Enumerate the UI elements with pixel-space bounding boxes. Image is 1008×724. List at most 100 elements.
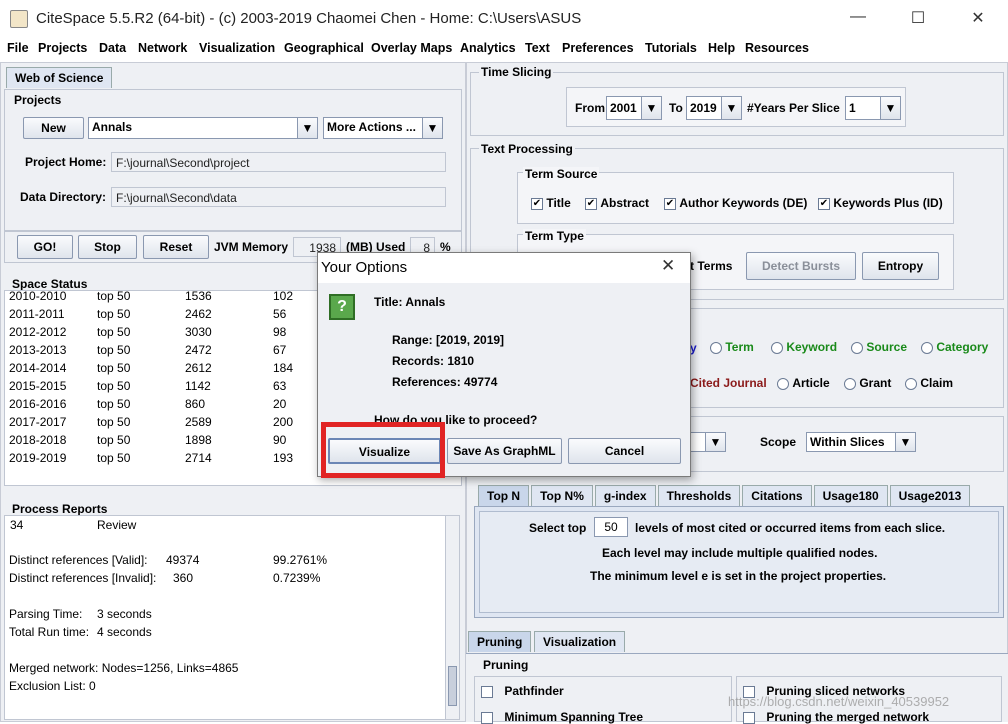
years-per-slice-select[interactable]: 1 ▼: [845, 96, 901, 120]
scrollbar-thumb[interactable]: [448, 666, 457, 706]
cancel-button[interactable]: Cancel: [568, 438, 681, 464]
status-cell: 2714: [185, 451, 212, 465]
radio-article[interactable]: Article: [777, 376, 830, 390]
cited-journal-label[interactable]: Cited Journal: [690, 376, 767, 390]
entropy-button[interactable]: Entropy: [862, 252, 939, 280]
tab-usage180[interactable]: Usage180: [813, 485, 888, 507]
radio-keyword-label: Keyword: [786, 340, 838, 354]
status-cell: 2462: [185, 307, 212, 321]
chevron-down-icon: ▼: [895, 433, 915, 451]
process-reports-label: Process Reports: [10, 502, 110, 516]
data-directory-field[interactable]: F:\journal\Second\data: [111, 187, 446, 207]
checkbox-icon: [481, 685, 493, 698]
tab-pruning[interactable]: Pruning: [468, 631, 532, 652]
status-cell: top 50: [97, 307, 131, 321]
menu-file[interactable]: File: [7, 41, 29, 55]
scope-select[interactable]: Within Slices ▼: [806, 432, 916, 452]
tab-top-n-[interactable]: Top N%: [531, 485, 593, 507]
status-cell: 2612: [185, 361, 212, 375]
status-cell: top 50: [97, 325, 131, 339]
radio-grant[interactable]: Grant: [844, 376, 891, 390]
close-icon[interactable]: ✕: [661, 256, 675, 276]
chevron-down-icon: ▼: [297, 118, 317, 138]
chevron-down-icon: ▼: [641, 97, 661, 119]
save-graphml-button[interactable]: Save As GraphML: [447, 438, 562, 464]
tab-g-index[interactable]: g-index: [594, 485, 656, 507]
menu-resources[interactable]: Resources: [745, 41, 809, 55]
status-cell: 2011-2011: [9, 307, 65, 321]
go-button[interactable]: GO!: [17, 235, 73, 259]
menu-geographical[interactable]: Geographical: [284, 41, 364, 55]
status-cell: 2010-2010: [9, 290, 67, 303]
radio-icon: [771, 341, 783, 354]
jvm-memory-label: JVM Memory: [214, 240, 289, 254]
highlight-box: [321, 422, 445, 478]
reset-button[interactable]: Reset: [143, 235, 209, 259]
chevron-down-icon: ▼: [880, 97, 900, 119]
menu-text[interactable]: Text: [525, 41, 550, 55]
report-line: Distinct references [Invalid]:: [9, 571, 157, 585]
status-cell: 1536: [185, 290, 212, 303]
radio-claim[interactable]: Claim: [905, 376, 953, 390]
years-per-slice-label: #Years Per Slice: [747, 101, 840, 115]
maximize-icon[interactable]: ☐: [908, 8, 928, 28]
menu-projects[interactable]: Projects: [38, 41, 87, 55]
detect-bursts-button[interactable]: Detect Bursts: [746, 252, 856, 280]
menu-network[interactable]: Network: [138, 41, 187, 55]
status-cell: top 50: [97, 379, 131, 393]
project-select-value: Annals: [92, 120, 133, 134]
checkbox-title[interactable]: ✔ Title: [531, 196, 571, 210]
pruning-label: Pruning: [483, 658, 529, 672]
status-cell: top 50: [97, 433, 131, 447]
tab-web-of-science[interactable]: Web of Science: [6, 67, 113, 88]
process-reports-area[interactable]: 34 Review Distinct references [Valid]: 4…: [4, 515, 460, 720]
to-year-value: 2019: [690, 101, 717, 115]
status-cell: 56: [273, 307, 287, 321]
scrollbar[interactable]: [445, 516, 459, 719]
project-select[interactable]: Annals ▼: [88, 117, 318, 139]
menu-help[interactable]: Help: [708, 41, 735, 55]
status-cell: 2589: [185, 415, 212, 429]
tab-citations[interactable]: Citations: [742, 485, 812, 507]
tab-visualization[interactable]: Visualization: [534, 631, 626, 652]
new-project-button[interactable]: New: [23, 117, 84, 139]
radio-source[interactable]: Source: [851, 340, 907, 354]
dialog-range: Range: [2019, 2019]: [392, 333, 505, 347]
status-cell: 2013-2013: [9, 343, 67, 357]
status-cell: 193: [273, 451, 294, 465]
menu-preferences[interactable]: Preferences: [562, 41, 634, 55]
tab-thresholds[interactable]: Thresholds: [657, 485, 741, 507]
project-home-field[interactable]: F:\journal\Second\project: [111, 152, 446, 172]
menu-data[interactable]: Data: [99, 41, 126, 55]
checkbox-author-keywords[interactable]: ✔ Author Keywords (DE): [664, 196, 807, 210]
checkbox-pathfinder[interactable]: Pathfinder: [481, 684, 564, 698]
to-year-select[interactable]: 2019 ▼: [686, 96, 742, 120]
tab-top-n[interactable]: Top N: [478, 485, 530, 507]
minimize-icon[interactable]: —: [848, 8, 868, 26]
radio-category[interactable]: Category: [921, 340, 988, 354]
noun-terms-button[interactable]: t Terms: [690, 259, 732, 273]
checkbox-keywords-plus[interactable]: ✔ Keywords Plus (ID): [818, 196, 943, 210]
link-strength-select[interactable]: ▼: [690, 432, 726, 452]
stop-button[interactable]: Stop: [78, 235, 137, 259]
menu-tutorials[interactable]: Tutorials: [645, 41, 697, 55]
menu-visualization[interactable]: Visualization: [199, 41, 275, 55]
report-line: 3 seconds: [97, 607, 152, 621]
tab-usage2013[interactable]: Usage2013: [889, 485, 971, 507]
select-top-label: Select top: [529, 521, 587, 535]
menu-analytics[interactable]: Analytics: [460, 41, 516, 55]
status-cell: 200: [273, 415, 294, 429]
checkbox-abstract[interactable]: ✔ Abstract: [585, 196, 649, 210]
report-line: 360: [173, 571, 194, 585]
status-cell: 98: [273, 325, 287, 339]
checkbox-keywords-plus-label: Keywords Plus (ID): [833, 196, 943, 210]
radio-keyword[interactable]: Keyword: [771, 340, 837, 354]
menu-overlay-maps[interactable]: Overlay Maps: [371, 41, 452, 55]
select-top-input[interactable]: 50: [594, 517, 628, 537]
status-cell: top 50: [97, 343, 131, 357]
dialog-records: Records: 1810: [392, 354, 475, 368]
radio-term[interactable]: Term: [710, 340, 754, 354]
more-actions-select[interactable]: More Actions ... ▼: [323, 117, 443, 139]
from-year-select[interactable]: 2001 ▼: [606, 96, 662, 120]
close-window-icon[interactable]: ✕: [968, 8, 988, 28]
